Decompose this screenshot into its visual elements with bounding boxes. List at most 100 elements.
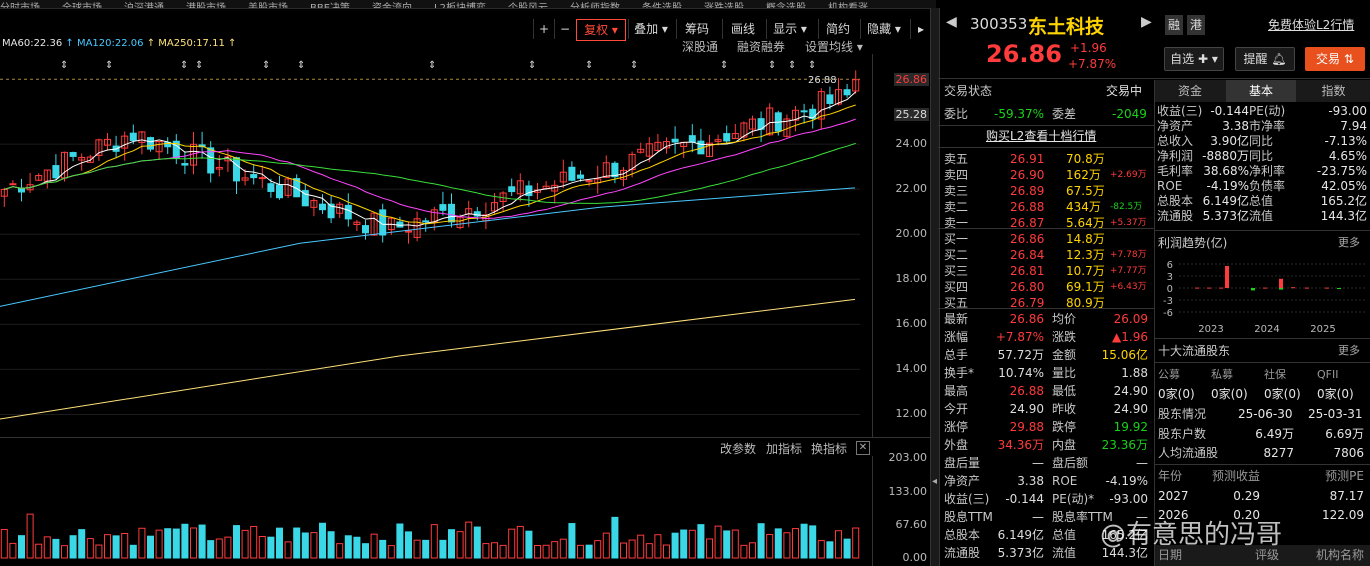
volume-bar [336,543,344,559]
diejia-dropdown[interactable]: 叠加 ▾ [628,19,673,39]
volume-bar [267,536,275,559]
chouma-button[interactable]: 筹码 [676,19,717,39]
profit-axis-label: 0 [1167,284,1173,295]
kline-chart[interactable]: 26.88 ⇕ ⇕ ⇕ ⇕ ⇕ ⇕ ⇕ ⇕ ⇕ ⇕ ⇕ ⇕ ⇕ ⇕ [0,54,872,437]
holders-row-value: 8277 [1263,446,1294,460]
volume-bar [714,525,722,559]
fin-label: 市净率 [1249,119,1286,133]
volume-bar [594,540,602,559]
info-tabs: 资金 基本 指数 [1155,80,1370,102]
jiazhibiao-link[interactable]: 加指标 [766,440,802,457]
volume-bar [43,536,51,559]
rongzi-link[interactable]: 融资融券 [737,38,785,55]
fin-label: 负债率 [1249,179,1286,193]
tab-zijin[interactable]: 资金 [1155,80,1225,102]
fuquan-dropdown[interactable]: 复权 ▾ [576,19,626,41]
fin-value: 5.373亿 [1202,209,1249,223]
volume-bar [344,535,352,559]
price-tick-label: 16.00 [895,317,928,331]
profit-trend-more[interactable]: 更多 [1338,234,1360,250]
rong-badge[interactable]: 融 [1165,15,1183,35]
volume-tick-label: 67.60 [895,517,928,531]
event-marker-icon: ⇕ [180,60,188,71]
event-marker-icon: ⇕ [720,60,728,71]
volume-bar [774,528,782,559]
zixuan-button[interactable]: 自选 ✚ ▾ [1164,47,1224,71]
price-tick-label: 14.00 [895,362,928,376]
ma-setting-link[interactable]: 设置均线 ▾ [805,38,863,55]
quote-label: 最新 [944,312,969,326]
quote-label: 总手 [944,348,969,362]
volume-bar [198,524,206,559]
volume-bar [740,544,748,559]
tixing-button[interactable]: 提醒 🔔︎ [1235,47,1295,71]
next-stock-icon[interactable]: ▶ [1141,14,1152,30]
event-marker-icon: ⇕ [630,60,638,71]
volume-bar [181,523,189,559]
prev-stock-icon[interactable]: ◀ [946,14,957,30]
candle-body [146,137,155,150]
event-marker-icon: ⇕ [60,60,68,71]
fin-value: 42.05% [1321,179,1367,193]
profit-bar [1207,287,1211,289]
yincang-label: 隐藏 [867,22,892,36]
more-toolbar-button[interactable]: ▸ [910,19,931,39]
fin-value: 38.68% [1203,164,1249,178]
huanzhibiao-link[interactable]: 换指标 [811,440,847,457]
quote-label: 流值 [1052,546,1077,560]
huaxian-button[interactable]: 画线 [722,19,763,39]
quote-value: -0.144 [1005,492,1044,506]
zoom-in-button[interactable]: + [533,19,554,39]
volume-bar [662,544,671,559]
candle-body [361,225,370,234]
tab-jiben[interactable]: 基本 [1226,80,1296,102]
quote-value: 57.72万 [997,348,1044,362]
volume-bar [232,525,241,559]
volume-bar [155,529,163,559]
quote-value: 10.74% [998,366,1044,380]
shentong-link[interactable]: 深股通 [682,38,718,55]
quote-value: 1.88 [1121,366,1148,380]
volume-bar [146,535,155,559]
top10-more[interactable]: 更多 [1338,342,1360,358]
quote-label: 涨幅 [944,330,969,344]
volume-bar [430,524,438,559]
volume-bar [52,538,60,559]
zoom-out-button[interactable]: − [554,19,575,39]
ma-legend: MA60:22.36 ↑ MA120:22.06 ↑ MA250:17.11 ↑ [2,38,237,49]
volume-bar [783,532,791,559]
collapse-arrow-icon[interactable]: ◂ [932,476,937,487]
profit-bar [1325,287,1329,289]
volume-bar [654,534,662,559]
gang-badge[interactable]: 港 [1187,15,1205,35]
l2-buy-link[interactable]: 购买L2查看十档行情 [986,127,1096,145]
volume-bar [413,539,421,559]
jianyue-button[interactable]: 简约 [818,19,857,39]
forecast-cell: 122.09 [1322,508,1364,522]
profit-bar [1279,288,1283,290]
xianshi-dropdown[interactable]: 显示 ▾ [766,19,813,39]
quote-label: ROE [1052,474,1078,488]
volume-tick-label: 133.00 [888,485,928,499]
profit-year-label: 2024 [1254,324,1279,335]
ma250-line [0,298,856,420]
yincang-dropdown[interactable]: 隐藏 ▾ [860,19,907,39]
forecast-cell: 87.17 [1329,489,1364,503]
close-icon[interactable]: ✕ [856,441,870,455]
divider [938,125,1154,126]
volume-chart[interactable] [0,456,872,564]
jiaoyi-button[interactable]: 交易 ⇅ [1305,47,1365,71]
weicha-label: 委差 [1052,107,1077,121]
quote-value: 15.06亿 [1101,348,1148,362]
tab-zhishu[interactable]: 指数 [1297,80,1370,102]
gaican-link[interactable]: 改参数 [720,440,756,457]
quote-value: — [1032,456,1044,470]
order-book-panel: 交易状态 交易中 委比 -59.37% 委差 -2049 购买L2查看十档行情 … [938,80,1155,566]
l2-trial-link[interactable]: 免费体验L2行情 [1268,16,1354,33]
volume-bar [172,528,180,559]
current-price: 26.86 [986,40,1062,68]
candle-body [181,163,189,166]
forecast-footer-label: 机构名称 [1315,548,1364,562]
holders-row-value: 7806 [1333,446,1364,460]
ma250-label: MA250:17.11 [158,38,225,49]
